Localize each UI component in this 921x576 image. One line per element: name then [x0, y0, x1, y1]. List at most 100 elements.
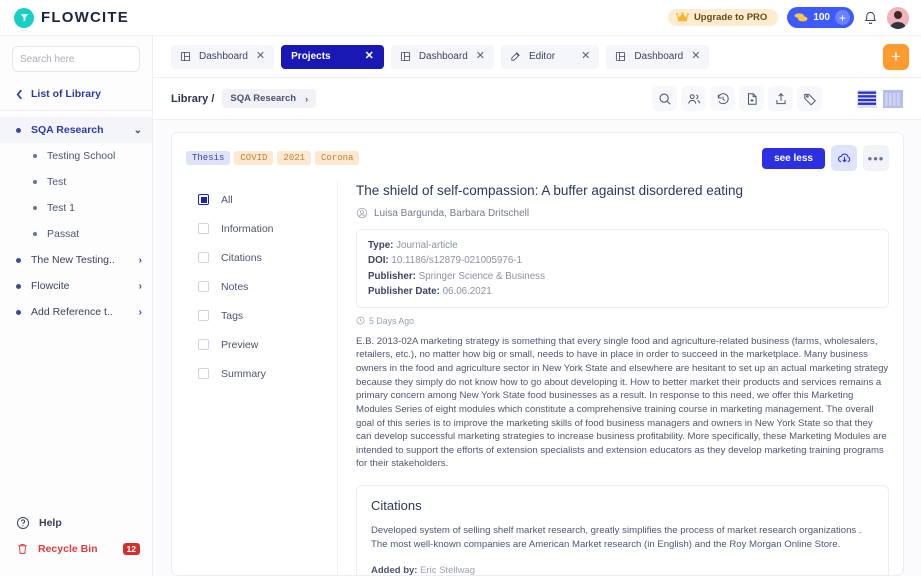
authors-row: Luisa Bargunda, Barbara Dritschell [356, 207, 889, 219]
add-button[interactable]: + [883, 44, 909, 70]
tab-bar: Dashboard ✕ Projects ✕ Dashboard ✕ [153, 36, 921, 78]
see-less-button[interactable]: see less [762, 148, 825, 169]
brand[interactable]: FLOWCITE [14, 8, 129, 28]
more-horizontal-icon[interactable]: ••• [863, 145, 889, 171]
upgrade-to-pro-button[interactable]: Upgrade to PRO [668, 9, 778, 26]
sidebar-divider [0, 110, 152, 111]
coins-balance[interactable]: 100 + [787, 7, 854, 28]
sidebar-item-sqa-research[interactable]: SQA Research ⌄ [0, 117, 152, 143]
sidebar-item-label: Passat [47, 228, 142, 240]
tab-editor[interactable]: Editor ✕ [501, 45, 599, 69]
document-card: Thesis COVID 2021 Corona see less ••• [171, 132, 904, 576]
tab-label: Editor [529, 51, 555, 62]
close-icon[interactable]: ✕ [476, 51, 485, 62]
tag-chip[interactable]: Thesis [186, 151, 230, 165]
list-view-icon[interactable] [856, 88, 878, 110]
tab-label: Dashboard [419, 51, 468, 62]
sidebar-item-testing-school[interactable]: Testing School [0, 143, 152, 169]
upgrade-label: Upgrade to PRO [694, 12, 767, 23]
chevron-right-icon[interactable]: › [139, 307, 142, 318]
sidebar-item-passat[interactable]: Passat [0, 221, 152, 247]
checkbox-icon[interactable] [198, 368, 209, 379]
tag-chip[interactable]: Corona [315, 151, 359, 165]
checkbox-icon[interactable] [198, 339, 209, 350]
chevron-right-icon: › [305, 94, 308, 104]
tab-projects[interactable]: Projects ✕ [281, 45, 384, 69]
cloud-download-icon[interactable] [831, 145, 857, 171]
people-icon[interactable] [681, 86, 706, 111]
author-icon [356, 207, 368, 219]
tag-chip[interactable]: COVID [234, 151, 273, 165]
filter-notes[interactable]: Notes [186, 272, 329, 301]
breadcrumb-root[interactable]: Library / [171, 93, 214, 105]
close-icon[interactable]: ✕ [581, 51, 590, 62]
filter-information[interactable]: Information [186, 214, 329, 243]
crown-icon [676, 12, 689, 23]
checkbox-icon[interactable] [198, 281, 209, 292]
tab-dashboard-3[interactable]: Dashboard ✕ [606, 45, 709, 69]
header-actions: Upgrade to PRO 100 + [668, 7, 909, 29]
added-by-label: Added by: [371, 565, 417, 575]
filter-tags[interactable]: Tags [186, 301, 329, 330]
tab-label: Dashboard [199, 51, 248, 62]
sidebar-item-label: Test [47, 176, 142, 188]
close-icon[interactable]: ✕ [691, 51, 700, 62]
filter-summary[interactable]: Summary [186, 359, 329, 388]
search-input[interactable] [20, 54, 152, 65]
chevron-right-icon[interactable]: › [139, 281, 142, 292]
abstract-text: E.B. 2013-02A marketing strategy is some… [356, 335, 889, 471]
main-area: Dashboard ✕ Projects ✕ Dashboard ✕ [153, 36, 921, 576]
help-circle-icon [16, 516, 30, 530]
tab-dashboard-2[interactable]: Dashboard ✕ [391, 45, 494, 69]
search-icon[interactable] [652, 86, 677, 111]
filter-citations[interactable]: Citations [186, 243, 329, 272]
sidebar-item-label: Test 1 [47, 202, 142, 214]
tag-chip[interactable]: 2021 [277, 151, 311, 165]
tab-dashboard-1[interactable]: Dashboard ✕ [171, 45, 274, 69]
tab-label: Dashboard [634, 51, 683, 62]
close-icon[interactable]: ✕ [256, 51, 265, 62]
recycle-bin-button[interactable]: Recycle Bin 12 [16, 536, 140, 562]
avatar[interactable] [887, 7, 909, 29]
chevron-down-icon[interactable]: ⌄ [134, 125, 142, 136]
checkbox-icon[interactable] [198, 252, 209, 263]
close-icon[interactable]: ✕ [365, 51, 374, 62]
sidebar-search[interactable] [12, 46, 140, 72]
coin-stack-icon [794, 12, 808, 24]
citations-title: Citations [371, 498, 874, 513]
checkbox-icon[interactable] [198, 194, 209, 205]
grid-view-icon[interactable] [882, 88, 904, 110]
tag-icon[interactable] [797, 86, 822, 111]
history-icon[interactable] [710, 86, 735, 111]
file-add-icon[interactable] [739, 86, 764, 111]
chevron-right-icon[interactable]: › [139, 255, 142, 266]
timestamp-row: 5 Days Ago [356, 316, 889, 326]
sidebar-item-test-1[interactable]: Test 1 [0, 195, 152, 221]
sidebar-item-flowcite[interactable]: Flowcite › [0, 273, 152, 299]
coins-count: 100 [813, 12, 830, 23]
sidebar-spacer [0, 325, 152, 510]
tag-row: Thesis COVID 2021 Corona see less ••• [186, 145, 889, 171]
filter-all[interactable]: All [186, 185, 329, 214]
notification-bell-icon[interactable] [863, 10, 878, 26]
list-of-library-button[interactable]: List of Library [0, 82, 152, 110]
checkbox-icon[interactable] [198, 223, 209, 234]
bullet-icon [33, 206, 37, 210]
meta-doi-value: 10.1186/s12879-021005976-1 [391, 255, 522, 266]
meta-type: Type: Journal-article [368, 238, 877, 253]
help-button[interactable]: Help [16, 510, 140, 536]
bullet-icon [16, 284, 21, 289]
sidebar-item-add-reference[interactable]: Add Reference t.. › [0, 299, 152, 325]
sidebar-item-test[interactable]: Test [0, 169, 152, 195]
meta-doi: DOI: 10.1186/s12879-021005976-1 [368, 253, 877, 268]
checkbox-icon[interactable] [198, 310, 209, 321]
add-coins-button[interactable]: + [835, 10, 850, 25]
layout-panel-icon [180, 51, 191, 62]
bullet-icon [33, 232, 37, 236]
breadcrumb-current[interactable]: SQA Research › [222, 89, 316, 108]
sidebar-item-the-new-testing[interactable]: The New Testing.. › [0, 247, 152, 273]
filter-preview[interactable]: Preview [186, 330, 329, 359]
app-body: List of Library SQA Research ⌄ Testing S… [0, 36, 921, 576]
filter-list: All Information Citations [186, 181, 338, 575]
share-upload-icon[interactable] [768, 86, 793, 111]
